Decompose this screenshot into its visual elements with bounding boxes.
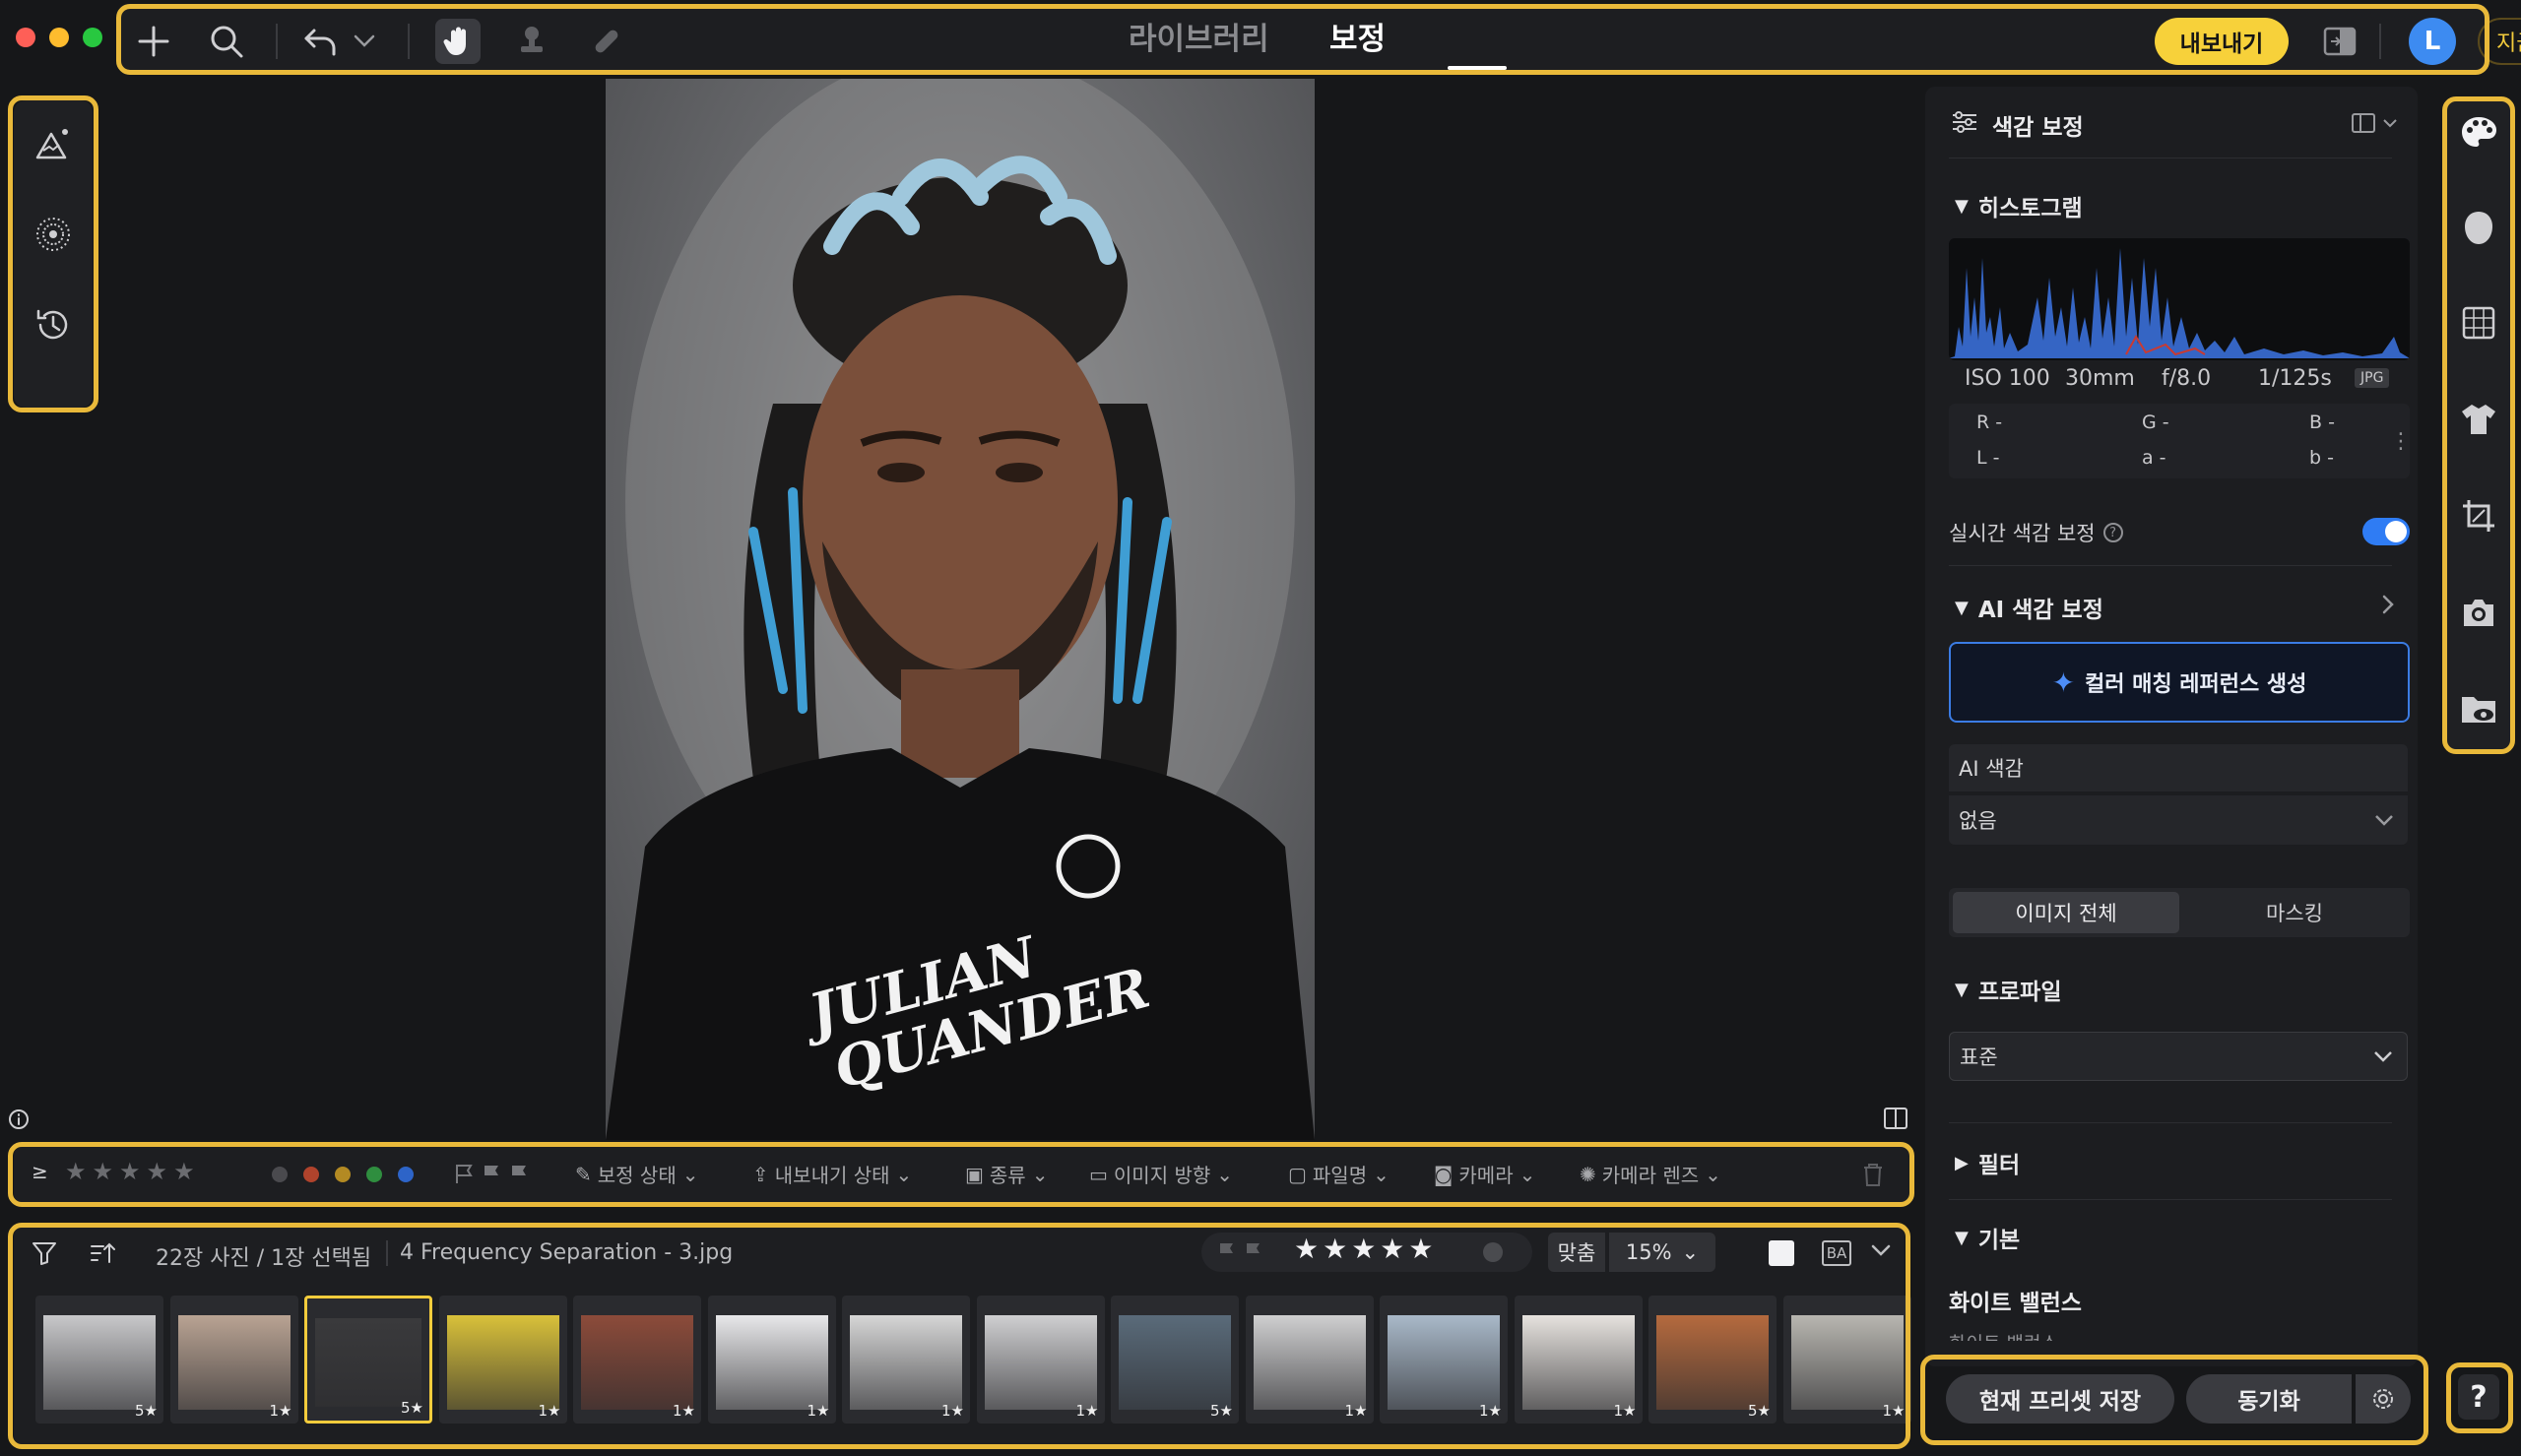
ai-color-select[interactable]: 없음 — [1949, 795, 2408, 845]
triangle-down-icon: ▼ — [1955, 979, 1969, 1000]
live-correction-toggle[interactable] — [2362, 518, 2410, 545]
white-balance-sublabel: 화이트 밸런스 — [1949, 1329, 2058, 1341]
ai-color-label: AI 색감 — [1949, 744, 2408, 791]
sliders-icon — [1951, 110, 1978, 134]
sparkle-icon: ✦ — [2051, 665, 2076, 699]
tab-masking[interactable]: 마스킹 — [2183, 892, 2406, 933]
divider — [1949, 565, 2392, 566]
color-readout — [1949, 404, 2410, 478]
info-icon[interactable] — [8, 1108, 30, 1130]
maximize-window-button[interactable] — [83, 28, 102, 47]
triangle-down-icon: ▼ — [1955, 195, 1969, 217]
readout-b2: b - — [2309, 447, 2334, 469]
highlight-filmstrip — [8, 1223, 1910, 1449]
panel-layout-icon[interactable] — [2351, 112, 2400, 134]
highlight-right-strip — [2442, 96, 2515, 754]
triangle-right-icon: ▶ — [1955, 1152, 1969, 1173]
profile-select[interactable]: 표준 — [1949, 1032, 2408, 1081]
color-correction-panel: 색감 보정 ▼ 히스토그램 ISO 100 30mm f/8.0 1/125s J… — [1925, 87, 2418, 1366]
basic-header[interactable]: ▼ 기본 — [1955, 1221, 2020, 1254]
highlight-help — [2446, 1362, 2513, 1433]
toggle-knob — [2385, 521, 2407, 542]
minimize-window-button[interactable] — [49, 28, 69, 47]
highlight-top-toolbar — [116, 4, 2489, 75]
chevron-down-icon — [2373, 1050, 2393, 1062]
exif-aperture: f/8.0 — [2162, 366, 2212, 391]
exif-shutter: 1/125s — [2258, 366, 2332, 391]
exif-iso: ISO 100 — [1965, 366, 2050, 391]
portrait-illustration: JULIAN QUANDER — [606, 79, 1315, 1140]
highlight-filter-bar — [8, 1142, 1914, 1207]
white-balance-label: 화이트 밸런스 — [1949, 1291, 2082, 1316]
filter-header[interactable]: ▶ 필터 — [1955, 1146, 2020, 1179]
triangle-down-icon: ▼ — [1955, 1227, 1969, 1248]
split-view-icon[interactable] — [1883, 1107, 1908, 1130]
live-correction-label: 실시간 색감 보정 ? — [1949, 518, 2123, 547]
profile-header[interactable]: ▼ 프로파일 — [1955, 973, 2061, 1006]
readout-l: L - — [1976, 447, 2000, 469]
ai-color-header[interactable]: ▼ AI 색감 보정 — [1955, 591, 2103, 624]
color-matching-button[interactable]: ✦ 컬러 매칭 레퍼런스 생성 — [1949, 642, 2410, 723]
close-window-button[interactable] — [16, 28, 35, 47]
readout-g: G - — [2142, 411, 2169, 433]
format-badge: JPG — [2355, 368, 2390, 388]
highlight-left-tools — [8, 95, 98, 412]
chevron-right-icon[interactable] — [2380, 593, 2396, 616]
triangle-down-icon: ▼ — [1955, 597, 1969, 618]
exif-focal: 30mm — [2065, 366, 2135, 391]
chevron-down-icon — [2374, 814, 2394, 826]
panel-title: 색감 보정 — [1992, 115, 2084, 141]
main-photo-canvas[interactable]: JULIAN QUANDER — [606, 79, 1315, 1140]
histogram-chart — [1949, 238, 2410, 360]
readout-b: B - — [2309, 411, 2335, 433]
histogram-header[interactable]: ▼ 히스토그램 — [1955, 189, 2083, 222]
readout-a: a - — [2142, 447, 2166, 469]
divider — [1949, 1199, 2392, 1200]
more-options-icon[interactable]: ⋮ — [2390, 429, 2412, 454]
tab-whole-image[interactable]: 이미지 전체 — [1953, 892, 2179, 933]
readout-r: R - — [1976, 411, 2003, 433]
help-circle-icon[interactable]: ? — [2102, 523, 2123, 542]
highlight-bottom-buttons — [1920, 1355, 2428, 1445]
divider — [1949, 1122, 2392, 1123]
